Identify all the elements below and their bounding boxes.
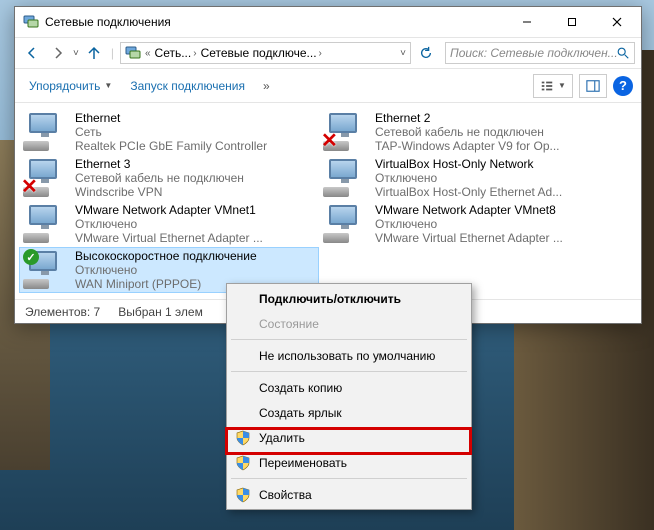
connection-item[interactable]: ✕ Ethernet 3Сетевой кабель не подключенWi… [19, 155, 319, 201]
preview-pane-icon [586, 79, 600, 93]
preview-pane-button[interactable] [579, 74, 607, 98]
maximize-button[interactable] [549, 8, 594, 37]
ctx-no-default[interactable]: Не использовать по умолчанию [229, 343, 469, 368]
items-area[interactable]: EthernetСетьRealtek PCIe GbE Family Cont… [15, 103, 641, 299]
item-name: Ethernet [75, 111, 315, 125]
up-button[interactable] [83, 42, 105, 64]
ctx-delete[interactable]: Удалить [229, 425, 469, 450]
item-device: VMware Virtual Ethernet Adapter ... [75, 231, 315, 245]
item-status: Сетевой кабель не подключен [75, 171, 315, 185]
item-name: Ethernet 2 [375, 111, 615, 125]
item-name: Ethernet 3 [75, 157, 315, 171]
item-name: Высокоскоростное подключение [75, 249, 315, 263]
forward-button[interactable] [47, 42, 69, 64]
connection-item[interactable]: VirtualBox Host-Only NetworkОтключеноVir… [319, 155, 619, 201]
adapter-icon: ✕ [23, 157, 67, 199]
breadcrumb[interactable]: Сетевые подключе...› [201, 46, 322, 60]
organize-menu[interactable]: Упорядочить▼ [23, 75, 118, 97]
context-menu: Подключить/отключить Состояние Не исполь… [226, 283, 472, 510]
search-box[interactable] [445, 42, 635, 64]
adapter-icon [323, 157, 367, 199]
item-name: VirtualBox Host-Only Network [375, 157, 615, 171]
selection-count: Выбран 1 элем [118, 305, 203, 319]
network-folder-icon [23, 14, 39, 30]
item-status: Отключено [375, 217, 615, 231]
item-status: Отключено [75, 217, 315, 231]
breadcrumb[interactable]: Сеть...› [155, 46, 197, 60]
item-status: Сетевой кабель не подключен [375, 125, 615, 139]
ctx-create-copy[interactable]: Создать копию [229, 375, 469, 400]
item-status: Отключено [375, 171, 615, 185]
connection-item[interactable]: VMware Network Adapter VMnet8ОтключеноVM… [319, 201, 619, 247]
window-title: Сетевые подключения [45, 15, 504, 29]
ctx-create-shortcut[interactable]: Создать ярлык [229, 400, 469, 425]
minimize-button[interactable] [504, 8, 549, 37]
connection-item[interactable]: EthernetСетьRealtek PCIe GbE Family Cont… [19, 109, 319, 155]
refresh-button[interactable] [415, 42, 437, 64]
ctx-status: Состояние [229, 311, 469, 336]
item-device: Realtek PCIe GbE Family Controller [75, 139, 315, 153]
network-folder-icon [125, 45, 141, 61]
view-icon [540, 79, 554, 93]
item-count: Элементов: 7 [25, 305, 100, 319]
item-status: Сеть [75, 125, 315, 139]
back-button[interactable] [21, 42, 43, 64]
shield-icon [235, 455, 251, 471]
adapter-icon [23, 203, 67, 245]
item-device: VMware Virtual Ethernet Adapter ... [375, 231, 615, 245]
adapter-icon: ✓ [23, 249, 67, 291]
overflow-chevron-icon[interactable]: » [257, 75, 276, 97]
adapter-icon [323, 203, 367, 245]
recent-dropdown-icon[interactable]: ˅ [73, 48, 79, 59]
item-name: VMware Network Adapter VMnet1 [75, 203, 315, 217]
item-device: Windscribe VPN [75, 185, 315, 199]
search-input[interactable] [450, 46, 630, 60]
start-connection-button[interactable]: Запуск подключения [124, 75, 251, 97]
adapter-icon [23, 111, 67, 153]
ctx-connect-disconnect[interactable]: Подключить/отключить [229, 286, 469, 311]
connection-item[interactable]: VMware Network Adapter VMnet1ОтключеноVM… [19, 201, 319, 247]
search-icon [616, 46, 630, 60]
item-device: TAP-Windows Adapter V9 for Op... [375, 139, 615, 153]
item-status: Отключено [75, 263, 315, 277]
shield-icon [235, 430, 251, 446]
network-connections-window: Сетевые подключения ˅ | « Сеть...› Сетев… [14, 6, 642, 324]
ctx-rename[interactable]: Переименовать [229, 450, 469, 475]
item-device: VirtualBox Host-Only Ethernet Ad... [375, 185, 615, 199]
close-button[interactable] [594, 8, 639, 37]
help-button[interactable]: ? [613, 76, 633, 96]
titlebar[interactable]: Сетевые подключения [15, 7, 641, 37]
address-dropdown-icon[interactable]: ˅ [400, 48, 406, 59]
view-options-button[interactable]: ▼ [533, 74, 573, 98]
item-name: VMware Network Adapter VMnet8 [375, 203, 615, 217]
shield-icon [235, 487, 251, 503]
navigation-bar: ˅ | « Сеть...› Сетевые подключе...› ˅ [15, 37, 641, 69]
command-bar: Упорядочить▼ Запуск подключения » ▼ ? [15, 69, 641, 103]
address-bar[interactable]: « Сеть...› Сетевые подключе...› ˅ [120, 42, 411, 64]
ctx-properties[interactable]: Свойства [229, 482, 469, 507]
connection-item[interactable]: ✕ Ethernet 2Сетевой кабель не подключенTA… [319, 109, 619, 155]
adapter-icon: ✕ [323, 111, 367, 153]
